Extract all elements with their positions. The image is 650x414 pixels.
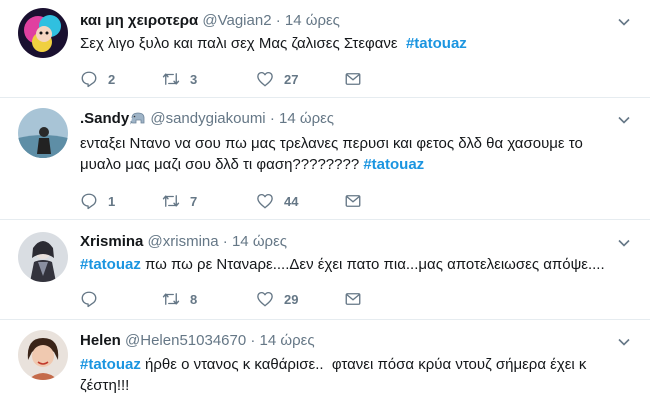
timestamp[interactable]: 14 ώρες — [260, 332, 315, 349]
timeline: και μη χειροτερα @Vagian2 · 14 ώρες Σεχ … — [0, 0, 650, 414]
separator-dot: · — [275, 12, 281, 29]
avatar[interactable] — [18, 330, 68, 380]
retweet-button[interactable]: 8 — [162, 289, 197, 309]
direct-message-icon — [345, 293, 361, 305]
tweet-text: ενταξει Ντανο να σου πω μας τρελανες περ… — [80, 133, 628, 175]
tweet-header: Helen @Helen51034670 · 14 ώρες — [80, 332, 315, 350]
avatar-image — [18, 232, 68, 282]
reply-icon — [81, 71, 97, 88]
direct-message-icon — [345, 195, 361, 207]
display-name[interactable]: Helen — [80, 332, 121, 349]
reply-button[interactable] — [80, 289, 108, 309]
reply-icon — [81, 291, 97, 308]
user-handle[interactable]: @Vagian2 — [202, 12, 271, 29]
hashtag-link[interactable]: #tatouaz — [406, 35, 467, 52]
avatar[interactable] — [18, 8, 68, 58]
retweet-button[interactable]: 7 — [162, 191, 197, 211]
tweet-header: .Sandy @sandygiakoumi · 14 ώρες — [80, 110, 334, 128]
retweet-icon — [162, 73, 180, 85]
tweet-text-after: ήρθε ο ντανος κ καθάρισε.. φτανει πόσα κ… — [80, 356, 591, 394]
tweet-actions: 2 3 27 — [80, 69, 380, 89]
like-icon — [257, 71, 273, 87]
tweet-actions: 8 29 — [80, 289, 380, 309]
reply-count: 2 — [108, 71, 116, 87]
avatar[interactable] — [18, 108, 68, 158]
like-icon — [257, 193, 273, 209]
like-button[interactable]: 27 — [256, 69, 298, 89]
caret-down-icon[interactable] — [618, 237, 630, 249]
retweet-button[interactable]: 3 — [162, 69, 197, 89]
tweet[interactable]: Xrismina @xrismina · 14 ώρες #tatouaz πω… — [0, 220, 650, 320]
like-button[interactable]: 29 — [256, 289, 298, 309]
avatar-image — [18, 8, 68, 58]
reply-button[interactable]: 2 — [80, 69, 115, 89]
retweet-icon — [162, 195, 180, 207]
tweet-text-before: Σεχ λιγο ξυλο και παλι σεχ Μας ζαλισες Σ… — [80, 35, 406, 52]
like-count: 44 — [284, 193, 299, 209]
reply-button[interactable]: 1 — [80, 191, 115, 211]
separator-dot: · — [222, 233, 228, 250]
tweet-header: και μη χειροτερα @Vagian2 · 14 ώρες — [80, 12, 340, 30]
retweet-count: 8 — [190, 291, 198, 307]
separator-dot: · — [269, 110, 275, 127]
retweet-icon — [162, 293, 180, 305]
avatar-image — [18, 330, 68, 380]
tweet-text-before: ενταξει Ντανο να σου πω μας τρελανες περ… — [80, 135, 588, 173]
elephant-emoji-icon — [130, 112, 145, 125]
caret-down-icon[interactable] — [618, 114, 630, 126]
timestamp[interactable]: 14 ώρες — [232, 233, 287, 250]
tweet[interactable]: και μη χειροτερα @Vagian2 · 14 ώρες Σεχ … — [0, 0, 650, 98]
display-name[interactable]: .Sandy — [80, 110, 129, 127]
tweet-header: Xrismina @xrismina · 14 ώρες — [80, 233, 287, 251]
direct-message-button[interactable] — [344, 191, 362, 211]
caret-down-icon[interactable] — [618, 336, 630, 348]
tweet-text: #tatouaz πω πω ρε Ντανaρε....Δεν έχει πα… — [80, 254, 628, 275]
retweet-count: 7 — [190, 193, 198, 209]
tweet[interactable]: Helen @Helen51034670 · 14 ώρες #tatouaz … — [0, 320, 650, 414]
direct-message-icon — [345, 73, 361, 85]
tweet-text: #tatouaz ήρθε ο ντανος κ καθάρισε.. φταν… — [80, 354, 628, 396]
timestamp[interactable]: 14 ώρες — [279, 110, 334, 127]
tweet-text: Σεχ λιγο ξυλο και παλι σεχ Μας ζαλισες Σ… — [80, 33, 628, 54]
user-handle[interactable]: @sandygiakoumi — [150, 110, 265, 127]
like-count: 29 — [284, 291, 299, 307]
tweet-text-after: πω πω ρε Ντανaρε....Δεν έχει πατο πια...… — [140, 256, 605, 273]
user-handle[interactable]: @xrismina — [148, 233, 219, 250]
direct-message-button[interactable] — [344, 289, 362, 309]
tweet[interactable]: .Sandy @sandygiakoumi · 14 ώρες ενταξει … — [0, 98, 650, 220]
avatar-image — [18, 108, 68, 158]
caret-down-icon[interactable] — [618, 16, 630, 28]
timestamp[interactable]: 14 ώρες — [285, 12, 340, 29]
reply-icon — [81, 193, 97, 210]
separator-dot: · — [250, 332, 256, 349]
like-button[interactable]: 44 — [256, 191, 298, 211]
display-name[interactable]: και μη χειροτερα — [80, 12, 198, 29]
retweet-count: 3 — [190, 71, 198, 87]
avatar[interactable] — [18, 232, 68, 282]
tweet-actions: 1 7 44 — [80, 191, 380, 211]
reply-count: 1 — [108, 193, 116, 209]
like-count: 27 — [284, 71, 299, 87]
direct-message-button[interactable] — [344, 69, 362, 89]
user-handle[interactable]: @Helen51034670 — [125, 332, 246, 349]
like-icon — [257, 291, 273, 307]
hashtag-link[interactable]: #tatouaz — [80, 256, 141, 273]
display-name[interactable]: Xrismina — [80, 233, 143, 250]
hashtag-link[interactable]: #tatouaz — [363, 156, 424, 173]
hashtag-link[interactable]: #tatouaz — [80, 356, 141, 373]
